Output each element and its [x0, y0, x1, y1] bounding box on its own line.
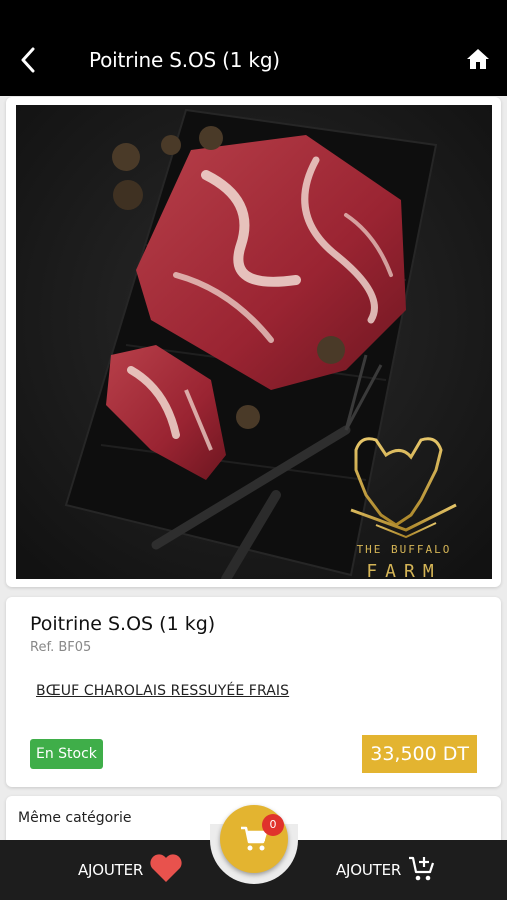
stock-badge: En Stock	[30, 739, 103, 769]
home-button[interactable]	[465, 46, 491, 72]
product-image-card: THE BUFFALO FARM	[6, 97, 501, 587]
top-app-bar: Poitrine S.OS (1 kg)	[0, 0, 507, 96]
logo-text-top: THE BUFFALO	[357, 543, 452, 556]
product-image: THE BUFFALO FARM	[16, 105, 492, 579]
product-ref: Ref. BF05	[30, 640, 92, 655]
cart-label: AJOUTER	[336, 861, 402, 879]
heart-icon	[149, 853, 183, 887]
home-icon	[467, 49, 489, 69]
add-cart-icon	[407, 854, 437, 886]
back-button[interactable]	[14, 44, 42, 76]
product-description-link[interactable]: BŒUF CHAROLAIS RESSUYÉE FRAIS	[36, 681, 289, 701]
price-badge: 33,500 DT	[362, 735, 477, 773]
wishlist-label: AJOUTER	[78, 861, 144, 879]
related-title: Même catégorie	[18, 810, 132, 826]
add-to-wishlist-button[interactable]: AJOUTER	[78, 852, 183, 888]
add-to-cart-button[interactable]: AJOUTER	[336, 852, 437, 888]
chevron-left-icon	[21, 47, 35, 73]
page-title: Poitrine S.OS (1 kg)	[89, 48, 280, 72]
logo-text-bottom: FARM	[366, 561, 441, 579]
product-info-card: Poitrine S.OS (1 kg) Ref. BF05 BŒUF CHAR…	[6, 597, 501, 787]
cart-count-badge: 0	[262, 814, 284, 836]
product-name: Poitrine S.OS (1 kg)	[30, 613, 216, 635]
